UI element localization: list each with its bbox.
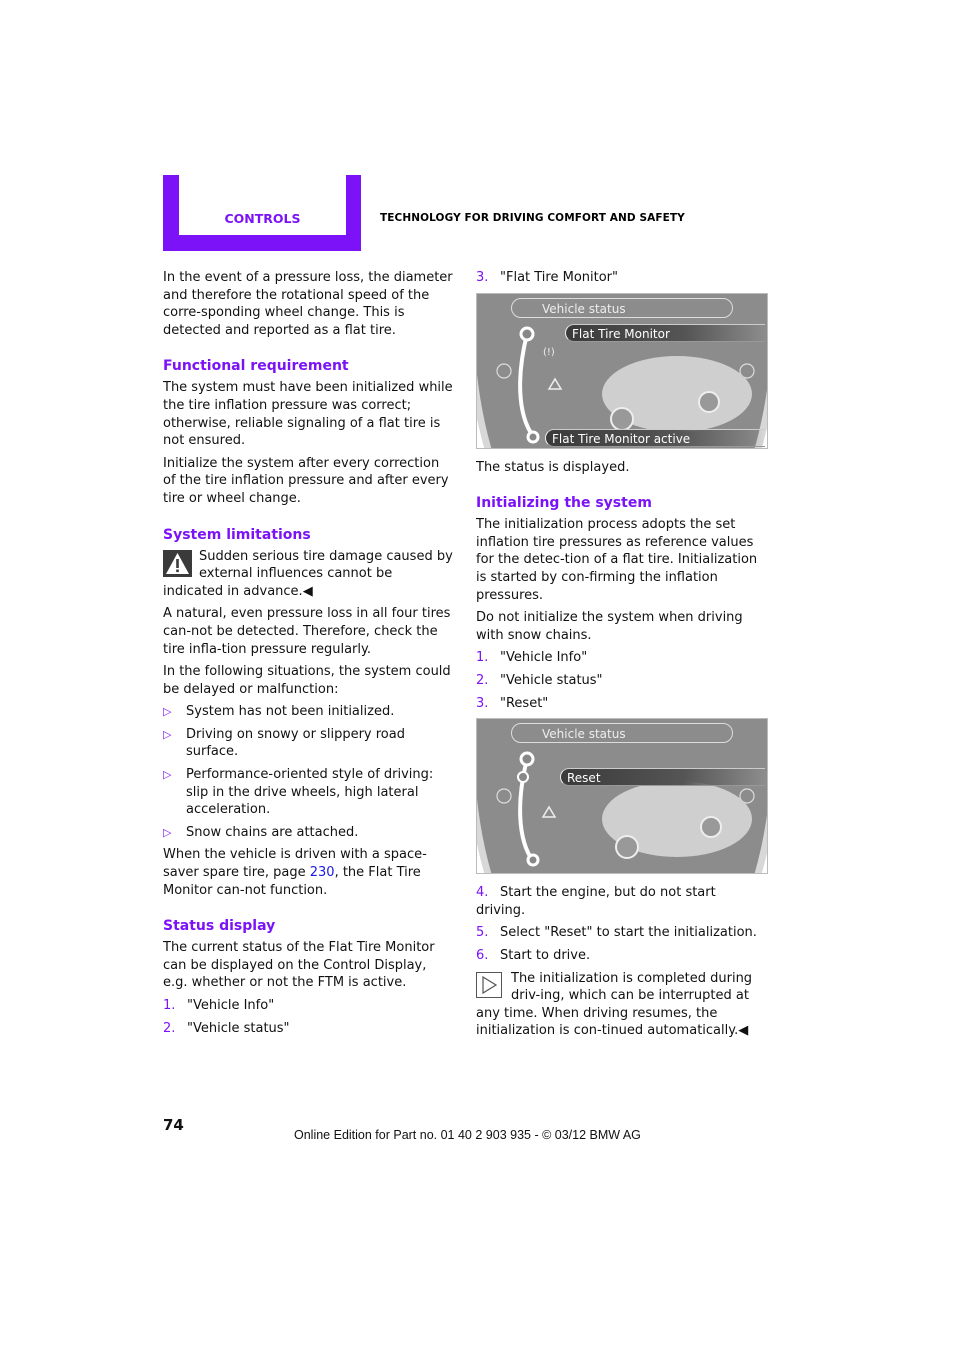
chapter-label: CONTROLS [224,211,301,226]
section-title: TECHNOLOGY FOR DRIVING COMFORT AND SAFET… [380,212,685,224]
menu-track: (!) [496,326,755,444]
step-item: 6. Start to drive. [476,947,591,963]
right-column: 3. "Flat Tire Monitor" Vehicle status (!)… [476,269,768,1045]
paragraph: Initialize the system after every correc… [163,455,449,506]
paragraph: The current status of the Flat Tire Moni… [163,940,435,991]
step-item: 1. "Vehicle Info" [476,650,588,666]
paragraph: The status is displayed. [476,459,630,475]
paragraph: The system must have been initialized wh… [163,380,453,449]
bullet-triangle-icon: ▷ [163,825,172,839]
bullet-triangle-icon: ▷ [163,727,172,741]
step-item: 3. "Reset" [476,695,549,711]
svg-text:(!): (!) [543,347,555,358]
menu-track [496,751,755,867]
heading-functional-requirement: Functional requirement [163,358,349,375]
menu-item-flat-tire-monitor[interactable]: Flat Tire Monitor [565,323,765,342]
left-column: In the event of a pressure loss, the dia… [163,269,455,1042]
step-item: 2. "Vehicle status" [163,1020,290,1036]
step-item: 5. Select "Reset" to start the initializa… [476,925,757,941]
warning-note: Sudden serious tire damage caused by ext… [163,548,455,601]
heading-initializing: Initializing the system [476,495,652,512]
bullet-triangle-icon: ▷ [163,705,172,719]
status-flat-tire-monitor-active: Flat Tire Monitor active [545,428,765,447]
note-text: The initialization is completed during d… [476,970,753,1039]
end-mark-icon: ◀ [302,583,313,599]
warning-icon [163,549,192,577]
step-item: 1. "Vehicle Info" [163,998,275,1013]
paragraph: In the following situations, the system … [163,664,451,697]
heading-status-display: Status display [163,918,276,935]
screenshot-flat-tire-monitor: Vehicle status (!) Flat Tire Monitor Fla… [476,292,768,449]
list-item: ▷ System has not been initialized. [163,704,395,720]
paragraph: A natural, even pressure loss in all fou… [163,606,451,657]
chapter-tab-inner: CONTROLS [179,175,346,235]
paragraph: The initialization process adopts the se… [476,517,758,603]
list-item: ▷ Snow chains are attached. [163,824,359,840]
heading-system-limitations: System limitations [163,526,311,543]
screenshot-reset: Vehicle status Reset [476,718,768,875]
step-item: 4. Start the engine, but do not start dri… [476,885,716,918]
menu-item-reset[interactable]: Reset [560,768,765,787]
list-item: ▷ Performance-oriented style of driving: … [163,767,434,818]
paragraph: When the vehicle is driven with a space-… [163,847,427,898]
edition-footer: Online Edition for Part no. 01 40 2 903 … [294,1128,641,1142]
note-triangle-icon [476,971,502,998]
step-item: 3. "Flat Tire Monitor" [476,270,619,285]
info-note: The initialization is completed during d… [476,970,768,1040]
page-number: 74 [163,1116,184,1134]
chapter-tab: CONTROLS [163,175,361,251]
page-link[interactable]: 230 [310,865,335,880]
list-item: ▷ Driving on snowy or slippery road surfa… [163,726,405,760]
paragraph: Do not initialize the system when drivin… [476,610,743,643]
end-mark-icon: ◀ [738,1023,749,1039]
bullet-triangle-icon: ▷ [163,768,172,782]
intro-paragraph: In the event of a pressure loss, the dia… [163,270,453,338]
step-item: 2. "Vehicle status" [476,672,603,688]
